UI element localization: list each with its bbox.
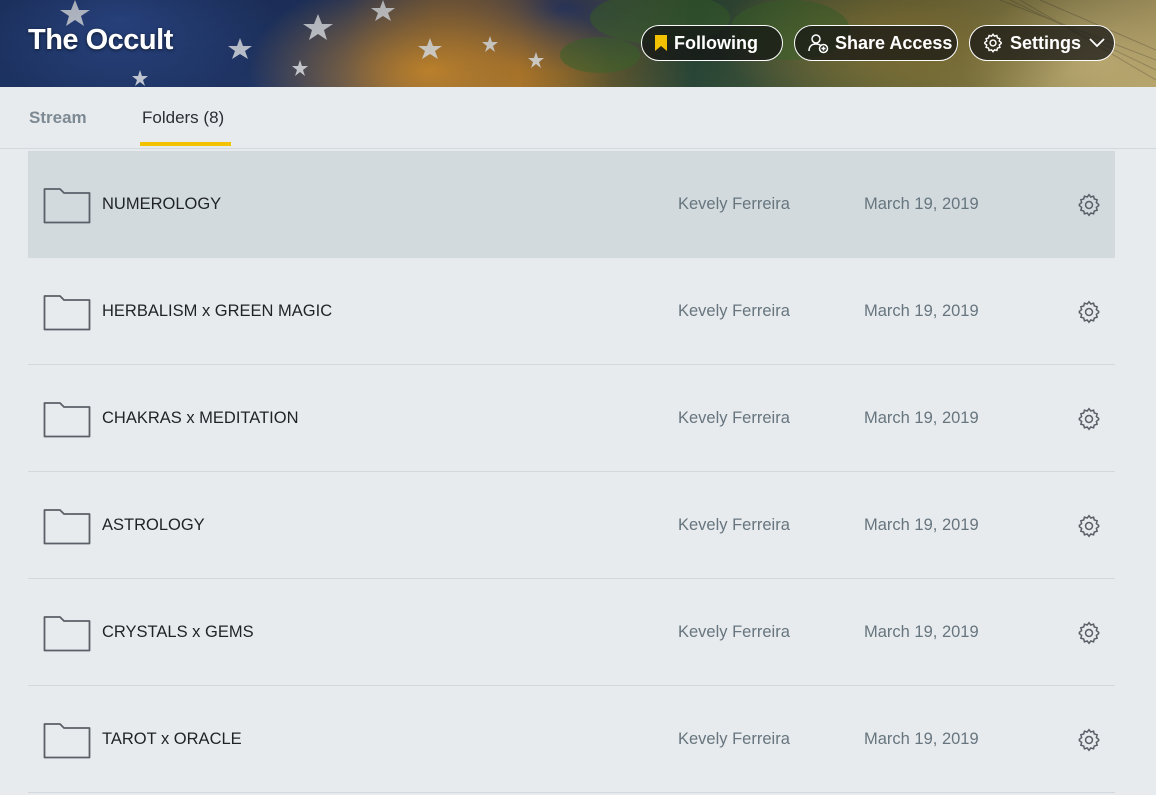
folder-date: March 19, 2019 [864,623,979,641]
folder-icon [43,721,91,764]
folder-date: March 19, 2019 [864,302,979,320]
folder-owner: Kevely Ferreira [678,195,790,213]
settings-dropdown-button[interactable]: Settings [969,25,1115,61]
gear-icon[interactable] [1076,299,1102,330]
folder-icon [43,507,91,550]
folder-row[interactable]: CHAKRAS x MEDITATION Kevely Ferreira Mar… [28,365,1115,472]
folder-owner: Kevely Ferreira [678,302,790,320]
share-access-label: Share Access [835,32,953,53]
settings-label: Settings [1010,32,1082,53]
folder-icon [43,293,91,336]
share-access-button[interactable]: Share Access [794,25,958,61]
folder-name[interactable]: TAROT x ORACLE [102,730,242,749]
chevron-down-icon [1089,38,1105,48]
tab-bar: Stream Folders (8) [0,87,1156,149]
folder-name[interactable]: CHAKRAS x MEDITATION [102,409,299,428]
following-button[interactable]: Following [641,25,783,61]
following-label: Following [674,32,758,53]
header-banner: The Occult Following Share Access Settin… [0,0,1156,87]
folder-date: March 19, 2019 [864,195,979,213]
folder-name[interactable]: ASTROLOGY [102,516,205,535]
tab-stream[interactable]: Stream [29,108,87,128]
folder-list: NUMEROLOGY Kevely Ferreira March 19, 201… [28,151,1115,793]
gear-icon [982,32,1004,54]
folder-row[interactable]: ASTROLOGY Kevely Ferreira March 19, 2019 [28,472,1115,579]
active-tab-indicator [140,142,231,146]
page-title: The Occult [28,24,173,56]
gear-icon[interactable] [1076,513,1102,544]
folder-date: March 19, 2019 [864,409,979,427]
folder-owner: Kevely Ferreira [678,409,790,427]
folder-icon [43,400,91,443]
folder-name[interactable]: HERBALISM x GREEN MAGIC [102,302,332,321]
folder-row[interactable]: NUMEROLOGY Kevely Ferreira March 19, 201… [28,151,1115,258]
folder-icon [43,186,91,229]
folder-icon [43,614,91,657]
bookmark-icon [654,34,668,52]
gear-icon[interactable] [1076,727,1102,758]
folder-row[interactable]: CRYSTALS x GEMS Kevely Ferreira March 19… [28,579,1115,686]
gear-icon[interactable] [1076,620,1102,651]
folder-date: March 19, 2019 [864,730,979,748]
gear-icon[interactable] [1076,406,1102,437]
folder-row[interactable]: HERBALISM x GREEN MAGIC Kevely Ferreira … [28,258,1115,365]
tab-folders[interactable]: Folders (8) [142,108,224,128]
folder-owner: Kevely Ferreira [678,516,790,534]
folder-owner: Kevely Ferreira [678,730,790,748]
folder-owner: Kevely Ferreira [678,623,790,641]
folder-name[interactable]: CRYSTALS x GEMS [102,623,254,642]
user-add-icon [807,32,829,54]
gear-icon[interactable] [1076,192,1102,223]
folder-name[interactable]: NUMEROLOGY [102,195,221,214]
folder-row[interactable]: TAROT x ORACLE Kevely Ferreira March 19,… [28,686,1115,793]
folder-date: March 19, 2019 [864,516,979,534]
